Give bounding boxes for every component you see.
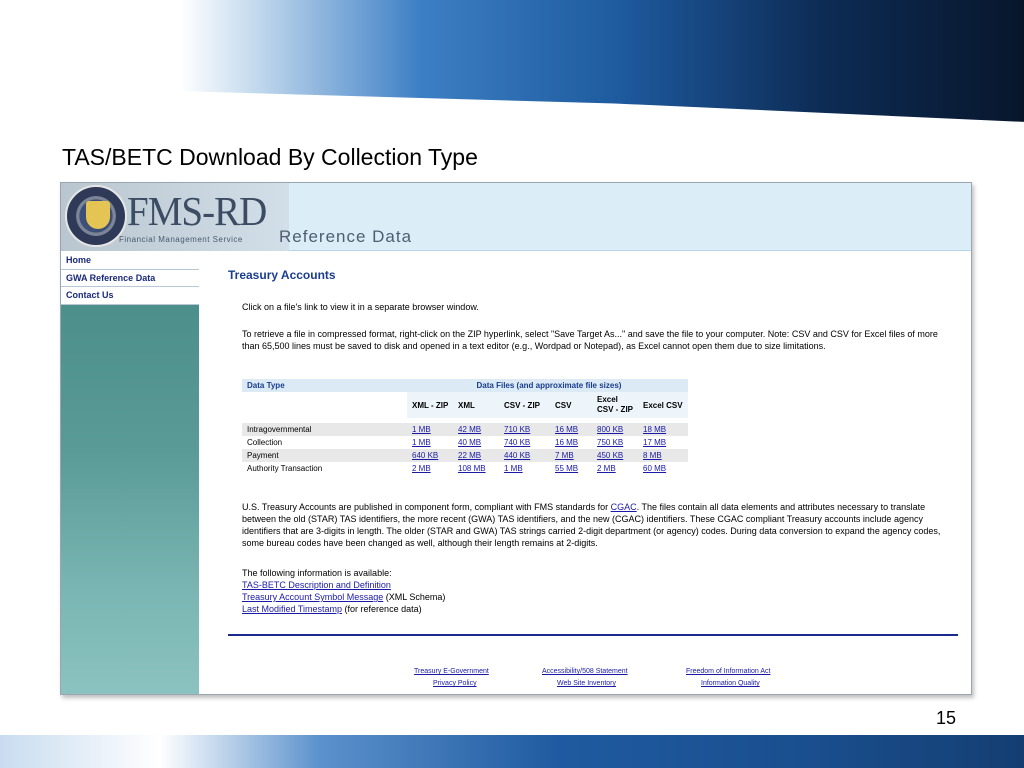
file-link[interactable]: 2 MB <box>412 464 431 473</box>
website-screenshot: FMS-RD Financial Management Service Refe… <box>60 182 972 695</box>
column-header: CSV <box>550 392 592 418</box>
column-header: Excel CSV - ZIP <box>592 392 638 418</box>
slide-number: 15 <box>936 708 957 728</box>
file-link[interactable]: 17 MB <box>643 438 666 447</box>
row-type: Payment <box>242 449 407 462</box>
sidebar-nav: Home GWA Reference Data Contact Us <box>61 252 199 305</box>
cgac-link[interactable]: CGAC <box>611 502 637 512</box>
footer-link-e-government[interactable]: Treasury E-Government <box>414 668 489 675</box>
sidebar-item-home[interactable]: Home <box>61 252 199 270</box>
footer-link-accessibility[interactable]: Accessibility/508 Statement <box>542 668 628 675</box>
file-link[interactable]: 16 MB <box>555 438 578 447</box>
logo-subtitle: Financial Management Service <box>119 235 243 244</box>
footer-link-foia[interactable]: Freedom of Information Act <box>686 668 770 675</box>
available-label: The following information is available: <box>242 568 392 578</box>
sidebar-item-contact-us[interactable]: Contact Us <box>61 287 199 305</box>
file-link[interactable]: 800 KB <box>597 425 623 434</box>
column-header: Excel CSV <box>638 392 688 418</box>
file-link[interactable]: 40 MB <box>458 438 481 447</box>
footer-link-privacy[interactable]: Privacy Policy <box>433 680 477 687</box>
file-link[interactable]: 16 MB <box>555 425 578 434</box>
table-row: Collection 1 MB 40 MB 740 KB 16 MB 750 K… <box>242 436 688 449</box>
intro-text: Click on a file's link to view it in a s… <box>242 302 479 312</box>
description-link[interactable]: TAS-BETC Description and Definition <box>242 580 391 590</box>
file-link[interactable]: 440 KB <box>504 451 530 460</box>
site-name: Reference Data <box>279 227 413 246</box>
file-link[interactable]: 8 MB <box>643 451 662 460</box>
column-header: CSV - ZIP <box>499 392 550 418</box>
slide-title: TAS/BETC Download By Collection Type <box>62 144 478 170</box>
file-link[interactable]: 60 MB <box>643 464 666 473</box>
sidebar: Home GWA Reference Data Contact Us <box>61 252 199 694</box>
file-link[interactable]: 22 MB <box>458 451 481 460</box>
file-link[interactable]: 740 KB <box>504 438 530 447</box>
row-type: Authority Transaction <box>242 462 407 475</box>
table-row: Payment 640 KB 22 MB 440 KB 7 MB 450 KB … <box>242 449 688 462</box>
table-header-row: Data Type Data Files (and approximate fi… <box>242 379 688 392</box>
file-link[interactable]: 7 MB <box>555 451 574 460</box>
site-header: FMS-RD Financial Management Service Refe… <box>61 183 971 251</box>
data-files-header: Data Files (and approximate file sizes) <box>407 379 688 392</box>
logo-panel: FMS-RD Financial Management Service <box>61 183 289 251</box>
page-title: Treasury Accounts <box>228 268 336 282</box>
footer-link-information-quality[interactable]: Information Quality <box>701 680 760 687</box>
file-link[interactable]: 640 KB <box>412 451 438 460</box>
footer-link-site-inventory[interactable]: Web Site Inventory <box>557 680 616 687</box>
column-header-row: XML - ZIP XML CSV - ZIP CSV Excel CSV - … <box>242 392 688 418</box>
zip-note-text: To retrieve a file in compressed format,… <box>242 329 938 351</box>
data-type-header: Data Type <box>242 379 407 392</box>
slide-bottom-bar <box>0 735 1024 768</box>
file-link[interactable]: 1 MB <box>412 425 431 434</box>
file-link[interactable]: 450 KB <box>597 451 623 460</box>
timestamp-link[interactable]: Last Modified Timestamp <box>242 604 342 614</box>
file-link[interactable]: 710 KB <box>504 425 530 434</box>
data-files-table: Data Type Data Files (and approximate fi… <box>242 379 688 475</box>
file-link[interactable]: 1 MB <box>504 464 523 473</box>
file-link[interactable]: 42 MB <box>458 425 481 434</box>
column-header: XML <box>453 392 499 418</box>
available-info: The following information is available: … <box>242 568 446 614</box>
table-row: Authority Transaction 2 MB 108 MB 1 MB 5… <box>242 462 688 475</box>
file-link[interactable]: 108 MB <box>458 464 486 473</box>
file-link[interactable]: 1 MB <box>412 438 431 447</box>
cgac-text: U.S. Treasury Accounts are published in … <box>242 502 941 548</box>
column-header: XML - ZIP <box>407 392 453 418</box>
table-row: Intragovernmental 1 MB 42 MB 710 KB 16 M… <box>242 423 688 436</box>
sidebar-item-gwa-reference-data[interactable]: GWA Reference Data <box>61 269 199 287</box>
row-type: Collection <box>242 436 407 449</box>
row-type: Intragovernmental <box>242 423 407 436</box>
slide-top-banner <box>0 0 1024 122</box>
treasury-seal-icon <box>65 185 127 247</box>
file-link[interactable]: 2 MB <box>597 464 616 473</box>
file-link[interactable]: 55 MB <box>555 464 578 473</box>
footer-divider <box>228 634 958 636</box>
symbol-message-link[interactable]: Treasury Account Symbol Message <box>242 592 383 602</box>
presentation-slide: TAS/BETC Download By Collection Type FMS… <box>0 0 1024 768</box>
file-link[interactable]: 750 KB <box>597 438 623 447</box>
site-logo: FMS-RD <box>127 188 267 234</box>
file-link[interactable]: 18 MB <box>643 425 666 434</box>
